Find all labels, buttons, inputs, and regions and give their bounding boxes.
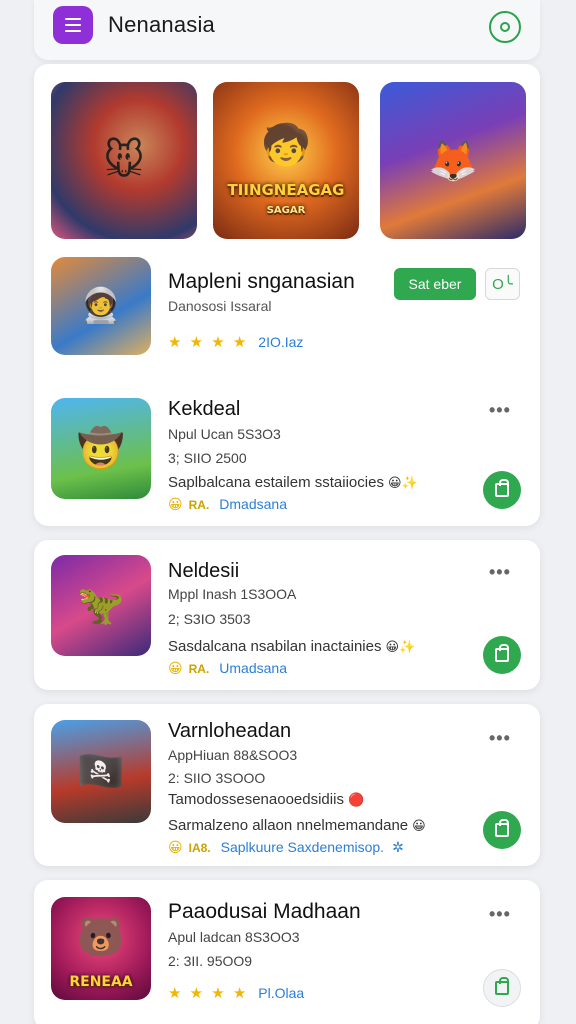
- rating-stars: ★ ★ ★ ★ Pl.Olaa: [168, 985, 305, 1002]
- app-meta: AppHiuan 88&SOO3: [168, 747, 298, 763]
- download-button[interactable]: [483, 471, 521, 509]
- app-meta: 3; SIIO 2500: [168, 450, 247, 466]
- app-icon[interactable]: 🦖: [51, 555, 151, 656]
- app-link[interactable]: Dmadsana: [219, 496, 287, 512]
- menu-button[interactable]: [53, 6, 93, 44]
- game-logo-text: TIINGNEAGAG SAGAR: [227, 181, 345, 216]
- featured-game-thumbnail-1[interactable]: 🐭: [51, 82, 197, 239]
- menu-icon-line: [65, 24, 81, 26]
- shopping-bag-icon: [495, 819, 509, 837]
- sparkle-icon: ✲: [392, 839, 404, 855]
- menu-icon: [65, 18, 81, 20]
- share-button[interactable]: O╰: [485, 268, 520, 300]
- download-button[interactable]: [483, 636, 521, 674]
- smile-icon: 😀: [412, 818, 426, 833]
- sparkle-icon: 😀✨: [387, 475, 418, 490]
- app-description: Sasdalcana nsabilan inactainies 😀✨: [168, 638, 416, 655]
- menu-icon-line: [65, 30, 81, 32]
- smile-icon: 😀: [168, 660, 183, 676]
- game-character-icon: 🧑‍🚀: [79, 287, 123, 325]
- app-icon[interactable]: 🧑‍🚀: [51, 257, 151, 355]
- featured-game-thumbnail-3[interactable]: 🦊: [380, 82, 526, 239]
- game-character-icon: 🐻: [77, 917, 125, 960]
- game-character-icon: 🤠: [77, 427, 125, 470]
- app-tagline: 😀 RA. Umadsana: [168, 660, 287, 676]
- app-meta: Mppl Inash 1S3OOA: [168, 586, 297, 602]
- smile-icon: 😀: [168, 496, 183, 512]
- rating-value: Pl.Olaa: [258, 985, 305, 1001]
- app-icon[interactable]: 🐻 RENEAA: [51, 897, 151, 1000]
- app-meta: 2: SIIO 3SOOO: [168, 770, 266, 786]
- app-title: Neldesii: [168, 560, 240, 582]
- game-character-icon: 🐭: [103, 138, 145, 183]
- featured-game-thumbnail-2[interactable]: 🧒 TIINGNEAGAG SAGAR: [213, 82, 359, 239]
- top-app-bar: Nenanasia: [34, 0, 540, 60]
- app-tagline: 😀 RA. Dmadsana: [168, 496, 287, 512]
- game-character-icon: 🦊: [428, 139, 478, 183]
- more-options-icon[interactable]: •••: [489, 904, 511, 925]
- app-link[interactable]: Saplkuure Saxdenemisop.: [221, 839, 384, 855]
- select-button[interactable]: Sat eber: [394, 268, 476, 300]
- shopping-bag-icon: [495, 479, 509, 497]
- app-description: Saplbalcana estailem sstaiiocies 😀✨: [168, 474, 418, 491]
- app-meta: Npul Ucan 5S3O3: [168, 426, 281, 442]
- app-description: Tamodossesenaooedsidiis 🔴: [168, 791, 365, 808]
- shopping-bag-icon: [495, 977, 509, 995]
- more-options-icon[interactable]: •••: [489, 562, 511, 583]
- more-options-icon[interactable]: •••: [489, 728, 511, 749]
- game-character-icon: 🏴‍☠️: [77, 750, 125, 793]
- app-title: Nenanasia: [108, 12, 215, 37]
- badge-icon: 🔴: [347, 792, 365, 807]
- app-meta: 2: 3II. 95OO9: [168, 953, 253, 969]
- app-meta: 2; S3IO 3503: [168, 611, 251, 627]
- app-title: Kekdeal: [168, 398, 241, 420]
- download-button[interactable]: [483, 969, 521, 1007]
- app-title: Varnloheadan: [168, 720, 292, 742]
- app-link[interactable]: Umadsana: [219, 660, 287, 676]
- app-meta: Apul ladcan 8S3OO3: [168, 929, 300, 945]
- more-options-icon[interactable]: •••: [489, 400, 511, 421]
- app-developer: Danososi Issaral: [168, 298, 272, 314]
- rating-stars: ★ ★ ★ ★ 2IO.Iaz: [168, 334, 304, 351]
- app-icon[interactable]: 🤠: [51, 398, 151, 499]
- smile-icon: 😀: [168, 839, 183, 855]
- app-icon[interactable]: 🏴‍☠️: [51, 720, 151, 823]
- sparkle-icon: 😀✨: [385, 639, 416, 654]
- app-title: Paaodusai Madhaan: [168, 900, 361, 923]
- game-logo-text: RENEAA: [69, 974, 133, 990]
- game-character-icon: 🦖: [77, 584, 125, 627]
- search-icon: [500, 22, 510, 32]
- shopping-bag-icon: [495, 644, 509, 662]
- rating-value: 2IO.Iaz: [258, 334, 304, 350]
- app-description: Sarmalzeno allaon nnelmemandane 😀: [168, 817, 426, 834]
- download-button[interactable]: [483, 811, 521, 849]
- app-tagline: 😀 IA8. Saplkuure Saxdenemisop. ✲: [168, 839, 404, 855]
- search-button[interactable]: [489, 11, 521, 43]
- game-character-icon: 🧒: [261, 123, 311, 168]
- app-title: Mapleni snganasian: [168, 270, 355, 293]
